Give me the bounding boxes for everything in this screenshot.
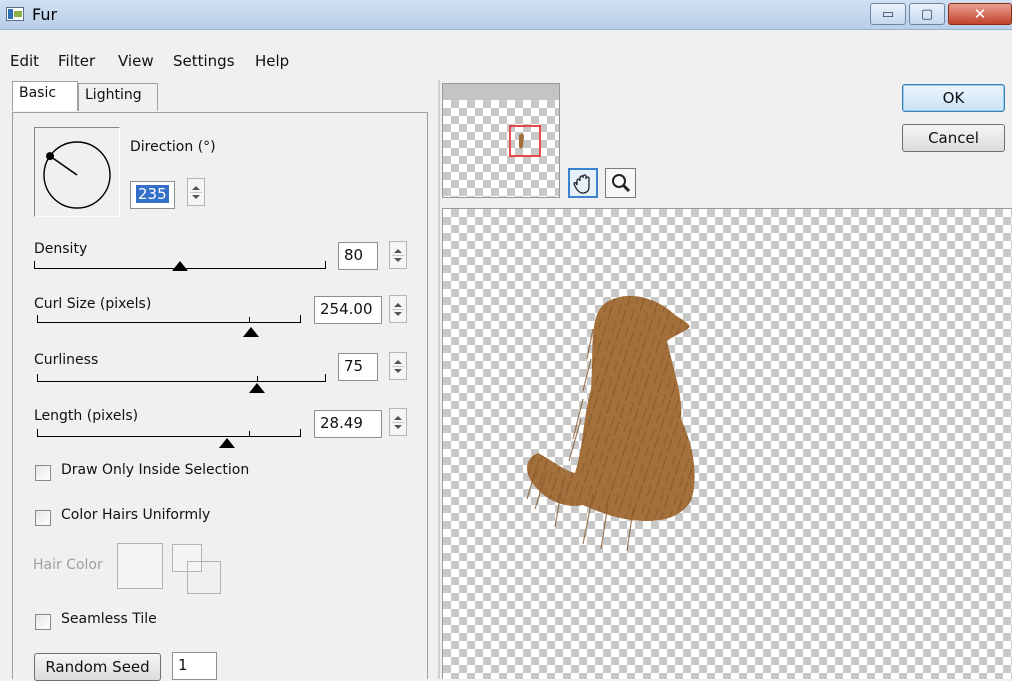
seamless-tile-label: Seamless Tile bbox=[61, 611, 157, 627]
hair-color-swatch[interactable] bbox=[117, 543, 163, 589]
curl-size-spinner[interactable] bbox=[389, 295, 407, 323]
panel-divider bbox=[438, 80, 440, 679]
color-uniform-checkbox[interactable] bbox=[35, 510, 51, 526]
minimize-icon: ▭ bbox=[881, 6, 895, 22]
preview-canvas[interactable] bbox=[442, 208, 1012, 679]
menu-bar: Edit Filter View Settings Help bbox=[0, 50, 1012, 74]
menu-filter[interactable]: Filter bbox=[58, 52, 95, 70]
hair-color-label: Hair Color bbox=[33, 557, 103, 573]
direction-label: Direction (°) bbox=[130, 139, 216, 155]
curl-size-thumb[interactable] bbox=[242, 327, 259, 337]
menu-settings[interactable]: Settings bbox=[173, 52, 235, 70]
random-seed-input[interactable]: 1 bbox=[172, 652, 217, 680]
minimize-button[interactable]: ▭ bbox=[870, 3, 906, 25]
length-input[interactable]: 28.49 bbox=[314, 410, 382, 438]
length-label: Length (pixels) bbox=[34, 408, 139, 424]
cancel-button[interactable]: Cancel bbox=[902, 124, 1005, 152]
zoom-tool-icon bbox=[611, 174, 630, 193]
random-seed-button[interactable]: Random Seed bbox=[34, 653, 161, 681]
length-spinner[interactable] bbox=[389, 408, 407, 436]
curl-size-input[interactable]: 254.00 bbox=[314, 296, 382, 324]
density-input[interactable]: 80 bbox=[338, 242, 378, 270]
close-button[interactable]: ✕ bbox=[948, 3, 1012, 25]
draw-inside-checkbox[interactable] bbox=[35, 465, 51, 481]
curl-size-slider[interactable] bbox=[37, 313, 301, 337]
length-thumb[interactable] bbox=[219, 438, 236, 448]
hair-color-tertiary bbox=[187, 561, 221, 594]
direction-input[interactable]: 235 bbox=[130, 181, 175, 209]
curl-size-label: Curl Size (pixels) bbox=[34, 296, 152, 312]
hand-tool-button[interactable] bbox=[568, 168, 598, 198]
curliness-thumb[interactable] bbox=[248, 383, 265, 393]
density-label: Density bbox=[34, 241, 88, 257]
maximize-icon: ▢ bbox=[920, 6, 934, 22]
curliness-input[interactable]: 75 bbox=[338, 353, 378, 381]
curliness-slider[interactable] bbox=[37, 372, 326, 393]
fur-preview-image bbox=[526, 295, 695, 552]
curliness-spinner[interactable] bbox=[389, 352, 407, 380]
app-icon bbox=[6, 7, 24, 21]
zoom-tool-button[interactable] bbox=[605, 168, 636, 198]
length-slider[interactable] bbox=[37, 427, 301, 448]
dial-icon bbox=[43, 141, 111, 209]
tab-basic[interactable]: Basic bbox=[12, 81, 78, 111]
hand-tool-icon bbox=[573, 174, 590, 194]
density-spinner[interactable] bbox=[389, 241, 407, 269]
draw-inside-label: Draw Only Inside Selection bbox=[61, 462, 250, 478]
navigator-thumbnail[interactable] bbox=[442, 83, 560, 198]
tab-lighting[interactable]: Lighting bbox=[78, 83, 158, 111]
menu-help[interactable]: Help bbox=[255, 52, 289, 70]
menu-edit[interactable]: Edit bbox=[10, 52, 39, 70]
navigator-viewport[interactable] bbox=[509, 125, 541, 157]
direction-spinner[interactable] bbox=[187, 178, 205, 206]
close-icon: ✕ bbox=[973, 5, 987, 23]
window-title: Fur bbox=[32, 5, 58, 24]
density-slider[interactable] bbox=[34, 259, 326, 271]
title-bar: Fur ▭ ▢ ✕ bbox=[0, 0, 1012, 30]
direction-dial[interactable] bbox=[34, 127, 120, 217]
seamless-tile-checkbox[interactable] bbox=[35, 614, 51, 630]
ok-button[interactable]: OK bbox=[902, 84, 1005, 112]
maximize-button[interactable]: ▢ bbox=[909, 3, 945, 25]
curliness-label: Curliness bbox=[34, 352, 99, 368]
density-thumb[interactable] bbox=[172, 261, 188, 271]
menu-view[interactable]: View bbox=[118, 52, 154, 70]
navigator-header bbox=[443, 84, 559, 100]
color-uniform-label: Color Hairs Uniformly bbox=[61, 507, 211, 523]
